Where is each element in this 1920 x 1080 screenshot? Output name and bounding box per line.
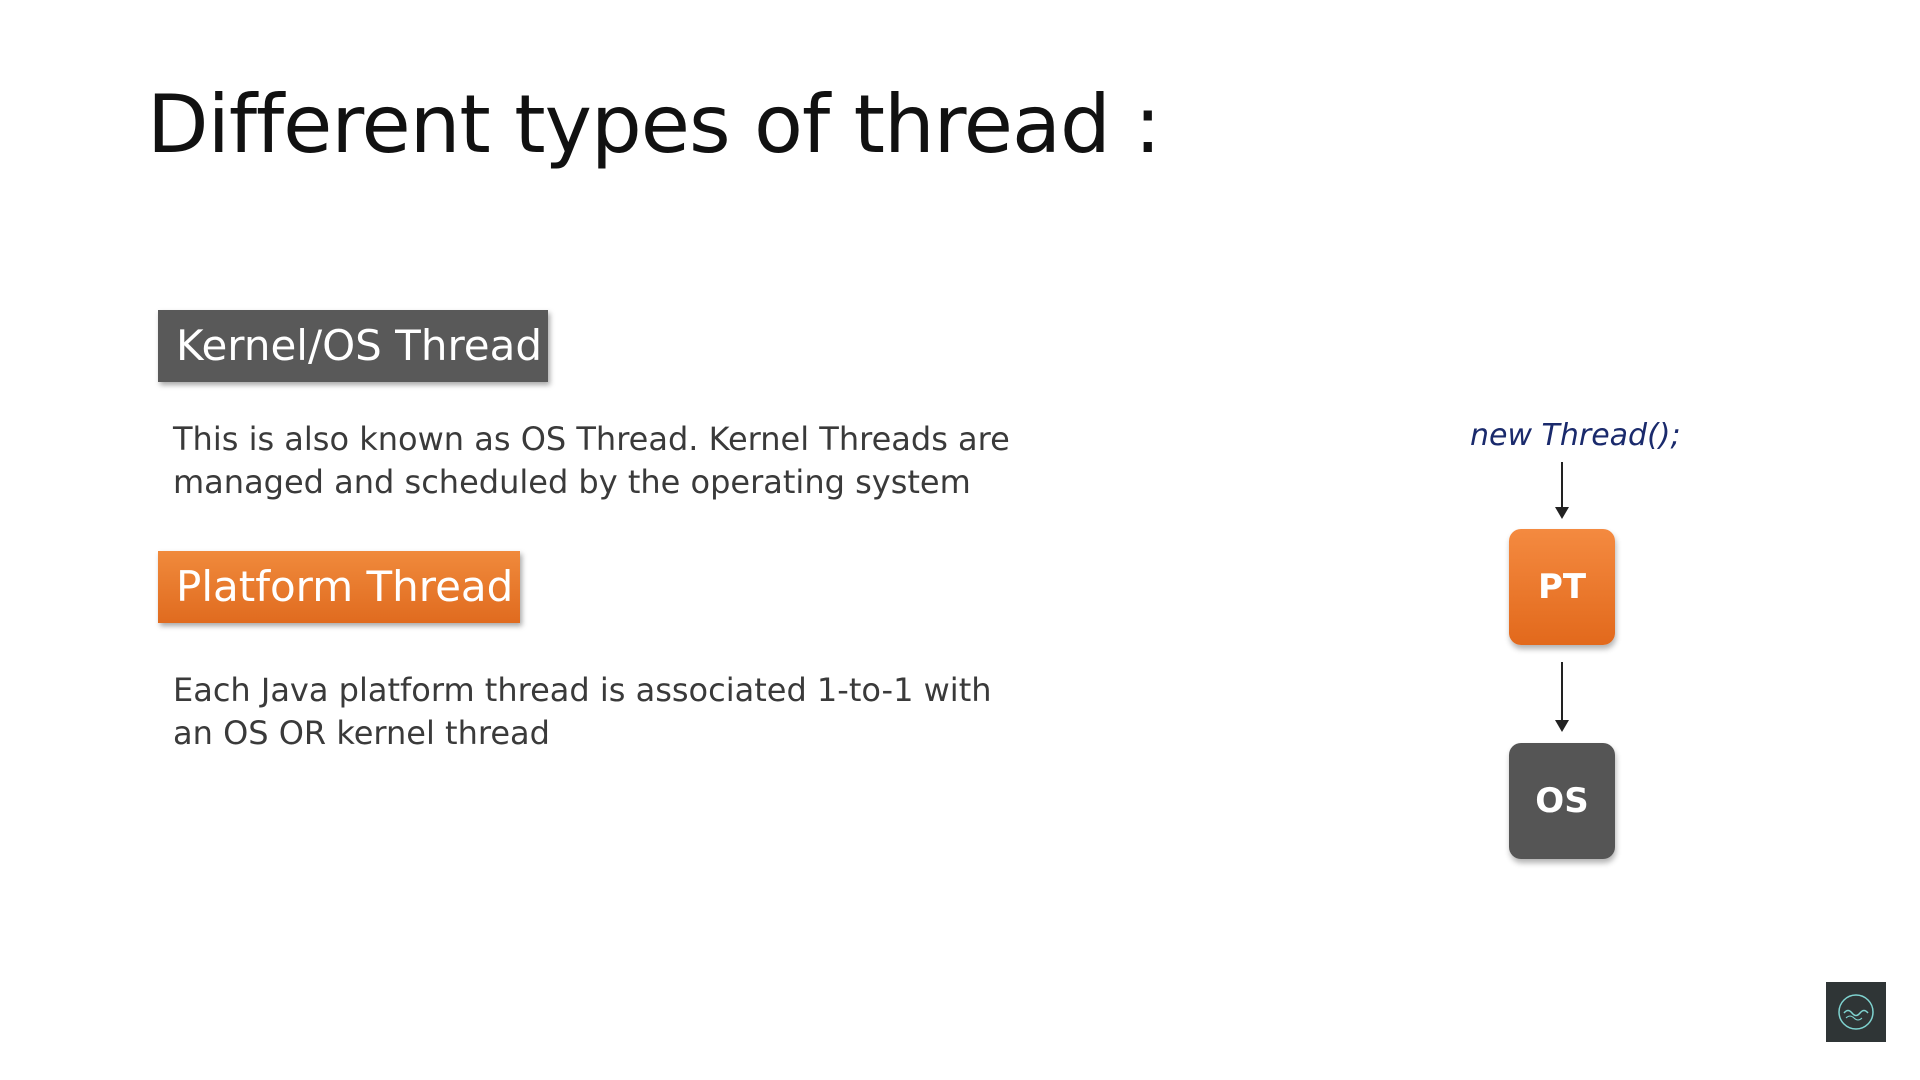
os-thread-node: OS — [1509, 743, 1615, 859]
arrow-down-icon — [1555, 662, 1569, 732]
kernel-thread-description: This is also known as OS Thread. Kernel … — [173, 420, 1010, 501]
kernel-thread-label: Kernel/OS Thread — [158, 310, 548, 382]
channel-logo-icon — [1826, 982, 1886, 1042]
arrow-down-icon — [1555, 462, 1569, 519]
slide: Different types of thread : Kernel/OS Th… — [0, 0, 1920, 1080]
platform-thread-node: PT — [1509, 529, 1615, 645]
new-thread-code: new Thread(); — [1470, 418, 1681, 453]
platform-thread-label: Platform Thread — [158, 551, 520, 623]
slide-title: Different types of thread : — [147, 78, 1161, 171]
platform-thread-description: Each Java platform thread is associated … — [173, 671, 992, 752]
